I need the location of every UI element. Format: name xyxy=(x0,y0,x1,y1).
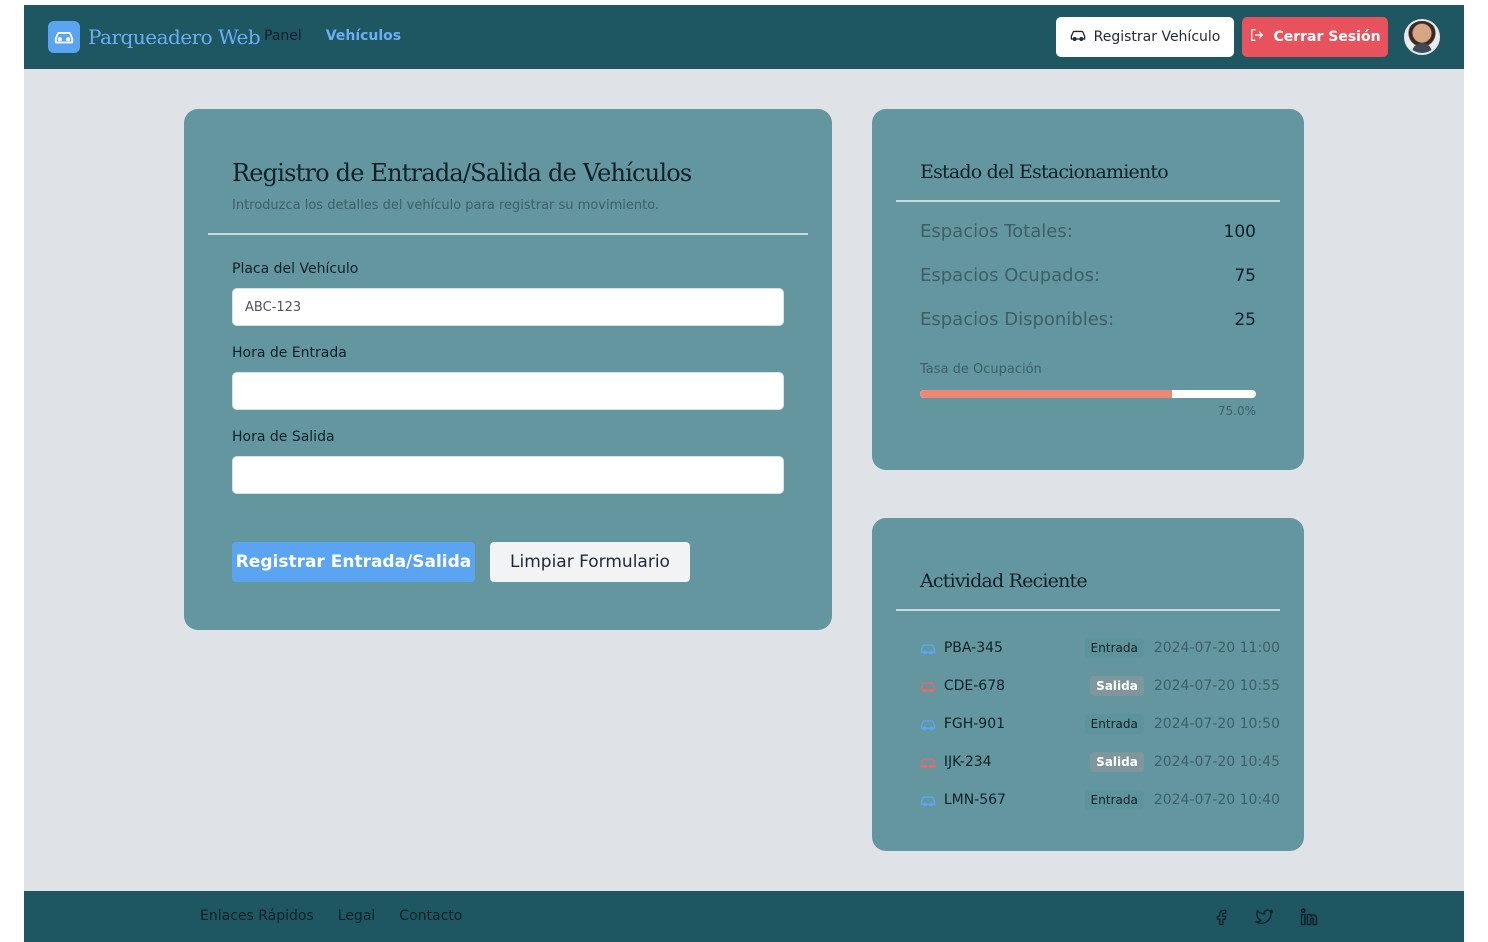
occupied-spaces-row: Espacios Ocupados: 75 xyxy=(920,265,1256,286)
activity-plate: LMN-567 xyxy=(943,792,1006,808)
main-nav: Panel Vehículos xyxy=(264,28,401,44)
user-avatar[interactable] xyxy=(1404,19,1440,55)
car-icon xyxy=(920,640,938,656)
recent-activity-card: Actividad Reciente PBA-345 Entrada 2024-07… xyxy=(872,518,1304,851)
activity-timestamp: 2024-07-20 10:45 xyxy=(1153,754,1280,770)
entry-time-input[interactable] xyxy=(232,372,784,410)
activity-plate: IJK-234 xyxy=(943,754,992,770)
logout-icon xyxy=(1249,27,1265,47)
car-icon xyxy=(920,678,938,694)
logout-button[interactable]: Cerrar Sesión xyxy=(1242,17,1388,57)
total-spaces-label: Espacios Totales: xyxy=(920,221,1073,242)
activity-plate: FGH-901 xyxy=(943,716,1006,732)
activity-timestamp: 2024-07-20 10:40 xyxy=(1153,792,1280,808)
total-spaces-value: 100 xyxy=(1223,221,1256,242)
nav-item-panel[interactable]: Panel xyxy=(264,28,302,44)
activity-timestamp: 2024-07-20 10:50 xyxy=(1153,716,1280,732)
available-spaces-row: Espacios Disponibles: 25 xyxy=(920,309,1256,330)
occupancy-progress-fill xyxy=(920,390,1172,398)
activity-type-badge: Entrada xyxy=(1084,790,1144,810)
exit-time-label: Hora de Salida xyxy=(232,429,335,445)
footer-link-legal[interactable]: Legal xyxy=(338,908,376,924)
activity-title: Actividad Reciente xyxy=(920,570,1088,592)
plate-input[interactable] xyxy=(232,288,784,326)
activity-row[interactable]: CDE-678 Salida 2024-07-20 10:55 xyxy=(920,667,1280,705)
app-name: Parqueadero Web xyxy=(88,25,261,49)
occupancy-percent: 75.0% xyxy=(1217,404,1256,418)
activity-list[interactable]: PBA-345 Entrada 2024-07-20 11:00 CDE-678 Sal… xyxy=(920,629,1280,827)
register-vehicle-button[interactable]: Registrar Vehículo xyxy=(1056,17,1234,57)
footer-link-quick-links[interactable]: Enlaces Rápidos xyxy=(200,908,314,924)
footer: Enlaces Rápidos Legal Contacto xyxy=(24,891,1464,942)
app-frame: Parqueadero Web Panel Vehículos Registra… xyxy=(24,5,1464,942)
car-icon xyxy=(920,716,938,732)
activity-row[interactable]: FGH-901 Entrada 2024-07-20 10:50 xyxy=(920,705,1280,743)
submit-entry-exit-button[interactable]: Registrar Entrada/Salida xyxy=(232,542,475,582)
total-spaces-row: Espacios Totales: 100 xyxy=(920,221,1256,242)
form-title: Registro de Entrada/Salida de Vehículos xyxy=(232,159,692,187)
plate-label: Placa del Vehículo xyxy=(232,261,359,277)
activity-type-badge: Entrada xyxy=(1084,714,1144,734)
car-icon xyxy=(1070,28,1086,46)
facebook-icon[interactable] xyxy=(1211,906,1233,928)
footer-link-contact[interactable]: Contacto xyxy=(399,908,462,924)
car-icon xyxy=(920,792,938,808)
car-logo-icon xyxy=(48,21,80,53)
activity-row[interactable]: PBA-345 Entrada 2024-07-20 11:00 xyxy=(920,629,1280,667)
available-spaces-label: Espacios Disponibles: xyxy=(920,309,1115,330)
occupancy-label: Tasa de Ocupación xyxy=(920,362,1042,377)
activity-divider xyxy=(896,609,1280,611)
activity-type-badge: Entrada xyxy=(1084,638,1144,658)
activity-type-badge: Salida xyxy=(1090,752,1144,772)
activity-plate: PBA-345 xyxy=(943,640,1003,656)
entry-time-label: Hora de Entrada xyxy=(232,345,347,361)
parking-status-card: Estado del Estacionamiento Espacios Tota… xyxy=(872,109,1304,470)
activity-row[interactable]: OPQ-890Salida2024-07-20 10:35 xyxy=(920,819,1280,827)
logout-label: Cerrar Sesión xyxy=(1273,29,1381,45)
activity-timestamp: 2024-07-20 11:00 xyxy=(1153,640,1280,656)
register-vehicle-label: Registrar Vehículo xyxy=(1093,29,1221,45)
occupancy-progress-bar xyxy=(920,390,1256,398)
brand[interactable]: Parqueadero Web xyxy=(48,21,261,53)
vehicle-form-card: Registro de Entrada/Salida de Vehículos … xyxy=(184,109,832,630)
activity-row[interactable]: LMN-567 Entrada 2024-07-20 10:40 xyxy=(920,781,1280,819)
activity-type-badge: Salida xyxy=(1090,676,1144,696)
available-spaces-value: 25 xyxy=(1234,309,1256,330)
nav-item-vehicles[interactable]: Vehículos xyxy=(326,28,401,44)
footer-links: Enlaces Rápidos Legal Contacto xyxy=(200,908,462,924)
twitter-icon[interactable] xyxy=(1254,906,1276,928)
exit-time-input[interactable] xyxy=(232,456,784,494)
activity-timestamp: 2024-07-20 10:55 xyxy=(1153,678,1280,694)
form-divider xyxy=(208,233,808,235)
clear-form-button[interactable]: Limpiar Formulario xyxy=(490,542,690,582)
occupied-spaces-value: 75 xyxy=(1234,265,1256,286)
activity-row[interactable]: IJK-234 Salida 2024-07-20 10:45 xyxy=(920,743,1280,781)
activity-plate: CDE-678 xyxy=(943,678,1006,694)
linkedin-icon[interactable] xyxy=(1298,906,1320,928)
car-icon xyxy=(920,754,938,770)
form-subtitle: Introduzca los detalles del vehículo par… xyxy=(232,198,660,213)
occupied-spaces-label: Espacios Ocupados: xyxy=(920,265,1101,286)
top-navbar: Parqueadero Web Panel Vehículos Registra… xyxy=(24,5,1464,69)
status-divider xyxy=(896,200,1280,202)
status-title: Estado del Estacionamiento xyxy=(920,161,1169,183)
